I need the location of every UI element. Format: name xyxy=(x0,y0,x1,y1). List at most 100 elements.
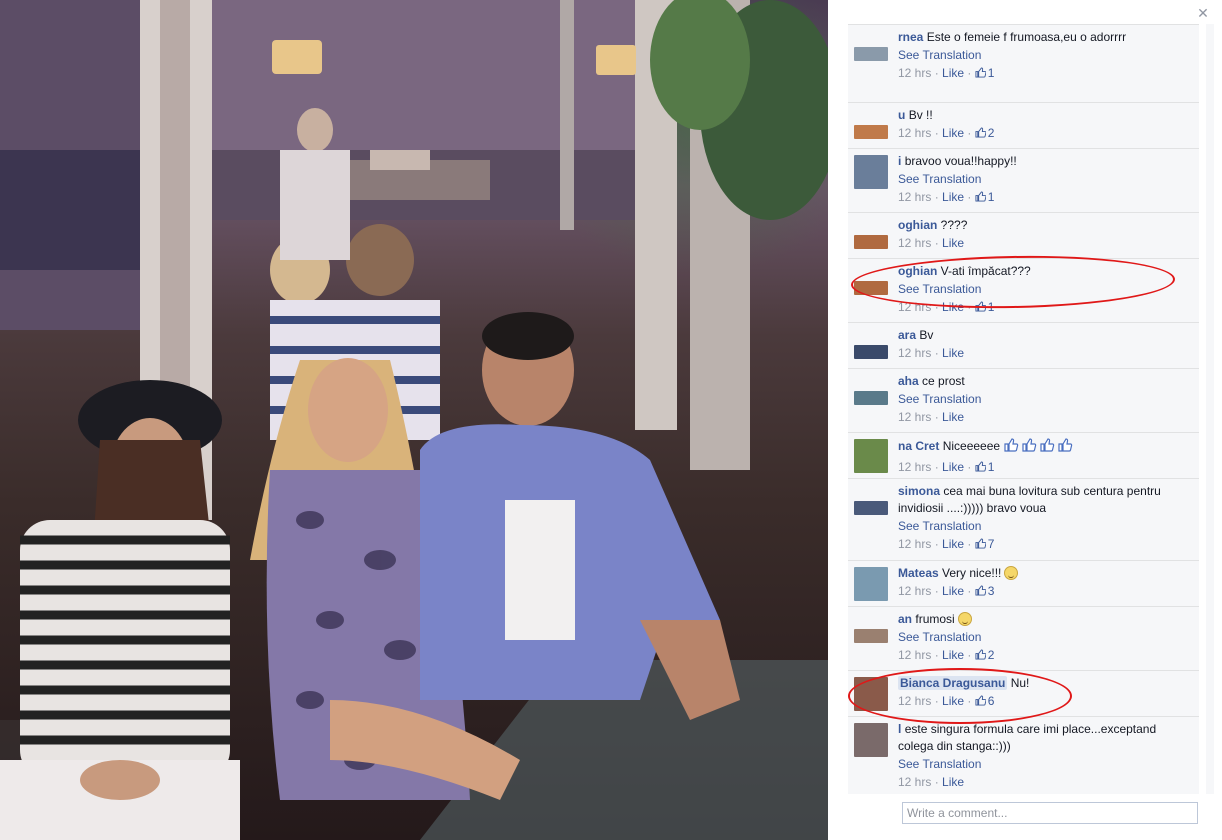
comments-scrollbar[interactable] xyxy=(1206,24,1214,794)
comment-like-count[interactable]: 1 xyxy=(975,300,994,314)
commenter-avatar[interactable] xyxy=(854,723,888,757)
comment-timestamp[interactable]: 12 hrs xyxy=(898,346,931,360)
comment-body: Bianca Dragusanu Nu! xyxy=(898,675,1193,692)
comment-author-link[interactable]: i xyxy=(898,154,901,168)
comment-timestamp[interactable]: 12 hrs xyxy=(898,66,931,80)
like-comment-button[interactable]: Like xyxy=(942,126,964,140)
like-comment-button[interactable]: Like xyxy=(942,460,964,474)
comment-timestamp[interactable]: 12 hrs xyxy=(898,584,931,598)
comment-text: ce prost xyxy=(922,374,965,388)
comment-author-link[interactable]: Bianca Dragusanu xyxy=(898,676,1008,690)
like-comment-button[interactable]: Like xyxy=(942,537,964,551)
comment-author-link[interactable]: simona xyxy=(898,484,940,498)
comment-timestamp[interactable]: 12 hrs xyxy=(898,694,931,708)
comment-text: bravoo voua!!happy!! xyxy=(904,154,1017,168)
comment-body: aha ce prost xyxy=(898,373,1193,390)
comment-meta: 12 hrs · Like · 2 xyxy=(898,126,995,140)
comment-text: V-ati împăcat??? xyxy=(940,264,1031,278)
like-comment-button[interactable]: Like xyxy=(942,694,964,708)
like-comment-button[interactable]: Like xyxy=(942,300,964,314)
comment-author-link[interactable]: rnea xyxy=(898,30,923,44)
comments-sidebar: ✕ rnea Este o femeie f frumoasa,eu o ado… xyxy=(828,0,1222,840)
commenter-avatar[interactable] xyxy=(854,235,888,249)
commenter-avatar[interactable] xyxy=(854,677,888,711)
see-translation-link[interactable]: See Translation xyxy=(898,46,1193,64)
comment-timestamp[interactable]: 12 hrs xyxy=(898,410,931,424)
comment-row: l este singura formula care imi place...… xyxy=(848,717,1199,794)
comment-body: l este singura formula care imi place...… xyxy=(898,721,1193,755)
commenter-avatar[interactable] xyxy=(854,155,888,189)
comment-body: simona cea mai buna lovitura sub centura… xyxy=(898,483,1193,517)
comment-like-count[interactable]: 1 xyxy=(975,190,995,204)
comment-author-link[interactable]: na Cret xyxy=(898,439,939,453)
like-count-thumb-icon xyxy=(975,67,986,78)
comment-timestamp[interactable]: 12 hrs xyxy=(898,648,931,662)
comments-list: rnea Este o femeie f frumoasa,eu o adorr… xyxy=(848,24,1199,794)
comment-author-link[interactable]: ara xyxy=(898,328,916,342)
like-count-value: 6 xyxy=(987,694,995,708)
like-count-thumb-icon xyxy=(975,585,986,596)
like-comment-button[interactable]: Like xyxy=(942,648,964,662)
comment-like-count[interactable]: 1 xyxy=(975,66,994,80)
see-translation-link[interactable]: See Translation xyxy=(898,170,1193,188)
comment-timestamp[interactable]: 12 hrs xyxy=(898,190,931,204)
commenter-avatar[interactable] xyxy=(854,345,888,359)
commenter-avatar[interactable] xyxy=(854,567,888,601)
comment-body: u Bv !! xyxy=(898,107,1193,124)
comment-author-link[interactable]: oghian xyxy=(898,264,937,278)
like-count-thumb-icon xyxy=(975,649,986,660)
like-comment-button[interactable]: Like xyxy=(942,236,964,250)
comment-like-count[interactable]: 2 xyxy=(975,126,994,140)
comment-timestamp[interactable]: 12 hrs xyxy=(898,300,931,314)
comment-author-link[interactable]: aha xyxy=(898,374,919,388)
see-translation-link[interactable]: See Translation xyxy=(898,628,1193,646)
like-comment-button[interactable]: Like xyxy=(942,410,964,424)
like-count-value: 1 xyxy=(987,190,995,204)
like-count-value: 3 xyxy=(987,584,995,598)
comment-timestamp[interactable]: 12 hrs xyxy=(898,126,931,140)
comment-author-link[interactable]: l xyxy=(898,722,901,736)
commenter-avatar[interactable] xyxy=(854,629,888,643)
commenter-avatar[interactable] xyxy=(854,501,888,515)
thumbs-up-icon xyxy=(1039,437,1055,453)
like-count-value: 7 xyxy=(987,537,995,551)
close-icon[interactable]: ✕ xyxy=(1196,6,1210,20)
like-comment-button[interactable]: Like xyxy=(942,66,964,80)
like-comment-button[interactable]: Like xyxy=(942,584,964,598)
comment-row: na Cret Niceeeeee 12 hrs · Like · 1 xyxy=(848,433,1199,479)
comment-timestamp[interactable]: 12 hrs xyxy=(898,460,931,474)
comment-author-link[interactable]: an xyxy=(898,612,912,626)
commenter-avatar[interactable] xyxy=(854,281,888,295)
comment-text: Nu! xyxy=(1010,676,1030,690)
comment-author-link[interactable]: oghian xyxy=(898,218,937,232)
like-comment-button[interactable]: Like xyxy=(942,775,964,789)
comment-like-count[interactable]: 6 xyxy=(975,694,995,708)
comment-like-count[interactable]: 2 xyxy=(975,648,995,662)
commenter-avatar[interactable] xyxy=(854,125,888,139)
comment-meta: 12 hrs · Like · 1 xyxy=(898,190,995,204)
commenter-avatar[interactable] xyxy=(854,391,888,405)
see-translation-link[interactable]: See Translation xyxy=(898,517,1193,535)
like-comment-button[interactable]: Like xyxy=(942,190,964,204)
comment-author-link[interactable]: Mateas xyxy=(898,566,939,580)
see-translation-link[interactable]: See Translation xyxy=(898,280,1193,298)
comment-like-count[interactable]: 7 xyxy=(975,537,995,551)
write-comment-input[interactable] xyxy=(902,802,1198,824)
like-count-thumb-icon xyxy=(975,127,986,138)
comment-like-count[interactable]: 3 xyxy=(975,584,995,598)
comment-row: Bianca Dragusanu Nu! 12 hrs · Like · 6 xyxy=(848,671,1199,717)
commenter-avatar[interactable] xyxy=(854,47,888,61)
see-translation-link[interactable]: See Translation xyxy=(898,755,1193,773)
like-comment-button[interactable]: Like xyxy=(942,346,964,360)
comment-meta: 12 hrs · Like xyxy=(898,410,965,424)
commenter-avatar[interactable] xyxy=(854,439,888,473)
comment-body: ara Bv xyxy=(898,327,1193,344)
like-count-thumb-icon xyxy=(975,301,986,312)
comment-timestamp[interactable]: 12 hrs xyxy=(898,537,931,551)
comment-timestamp[interactable]: 12 hrs xyxy=(898,236,931,250)
see-translation-link[interactable]: See Translation xyxy=(898,390,1193,408)
like-count-value: 2 xyxy=(987,648,995,662)
comment-timestamp[interactable]: 12 hrs xyxy=(898,775,931,789)
comment-like-count[interactable]: 1 xyxy=(975,460,994,474)
comment-author-link[interactable]: u xyxy=(898,108,905,122)
